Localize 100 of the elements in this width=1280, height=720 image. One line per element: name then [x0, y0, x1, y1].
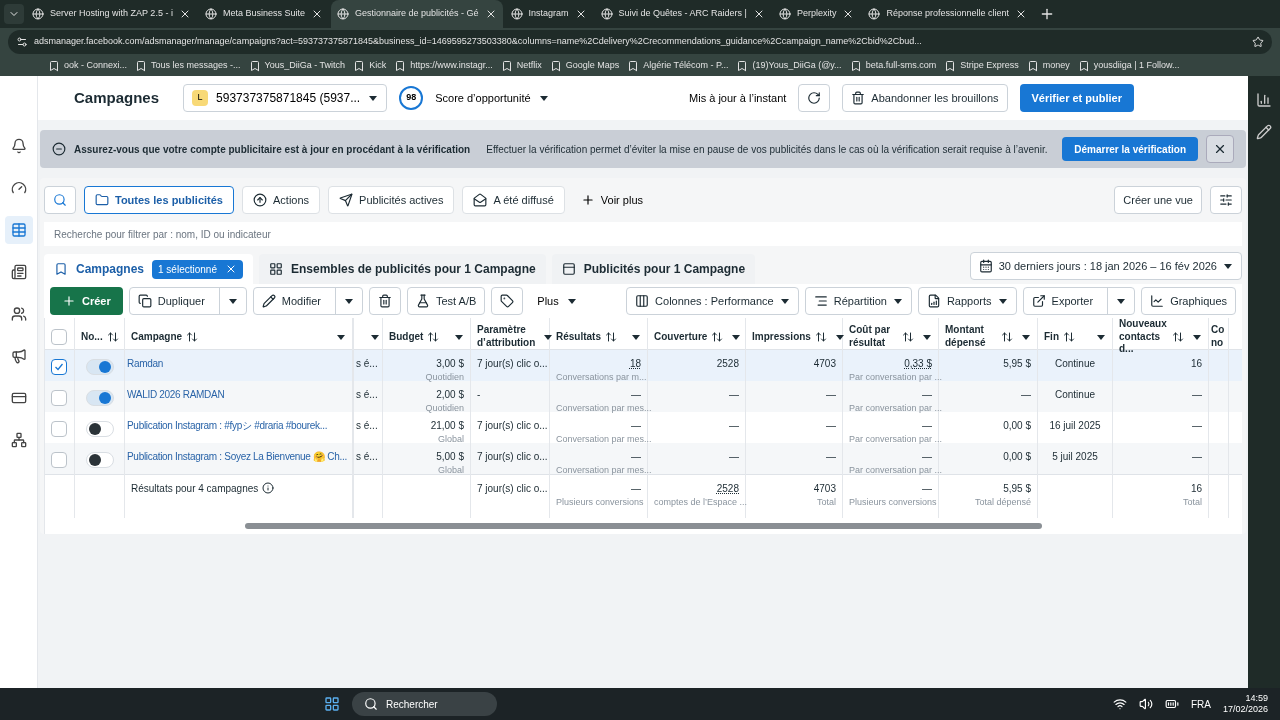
toggle-switch[interactable]: [85, 359, 114, 376]
pages-icon: [10, 264, 27, 280]
impressions-cell: —: [746, 443, 843, 478]
level-tab[interactable]: Ensembles de publicités pour 1 Campagne: [258, 254, 546, 284]
site-icon: [778, 8, 791, 20]
start-verification-button[interactable]: Démarrer la vérification: [1062, 137, 1198, 161]
reports-button[interactable]: Rapports: [917, 287, 1017, 315]
bookmark-link[interactable]: (19)Yous_DiiGa (@y...: [736, 59, 842, 73]
export-button[interactable]: Exporter: [1022, 287, 1136, 315]
bookmark-link[interactable]: Yous_DiiGa - Twitch: [248, 59, 346, 73]
account-selector[interactable]: L 593737375871845 (5937...: [183, 84, 388, 112]
browser-tab[interactable]: Meta Business Suite: [198, 0, 329, 28]
bookmark-icon: [248, 60, 261, 72]
score-dropdown[interactable]: Score d’opportunité: [435, 89, 549, 107]
tag-button[interactable]: [491, 287, 524, 315]
bookmark-link[interactable]: beta.full-sms.com: [849, 59, 937, 73]
campaign-link[interactable]: Publication Instagram : Soyez La Bienvenue 🤗 Ch...: [127, 451, 347, 462]
row-checkbox[interactable]: [51, 390, 67, 407]
banner-title: Assurez-vous que votre compte publicitaire est à jour en procédant à la vérification: [74, 142, 471, 157]
bookmark-icon: [500, 60, 513, 72]
campaign-link[interactable]: Publication Instagram : #fypシ #draria #bourek...: [127, 420, 328, 431]
browser-tab[interactable]: Perplexity: [772, 0, 861, 28]
select-all-checkbox[interactable]: [51, 328, 67, 345]
create-view-button[interactable]: Créer une vue: [1114, 186, 1202, 214]
columns-button[interactable]: Colonnes : Performance: [626, 287, 799, 315]
bookmark-icon: [944, 60, 957, 72]
bell-icon: [10, 138, 27, 154]
duplicate-button[interactable]: Dupliquer: [128, 287, 247, 315]
delete-button[interactable]: [368, 287, 401, 315]
see-more-button[interactable]: Voir plus: [572, 191, 651, 209]
credit-card-icon: [10, 390, 27, 406]
create-button[interactable]: Créer: [50, 287, 123, 315]
filter-icon: [95, 193, 109, 207]
refresh-button[interactable]: [798, 84, 831, 112]
horizontal-scrollbar[interactable]: [245, 523, 1042, 529]
bookmark-link[interactable]: Google Maps: [549, 59, 620, 73]
browser-tab[interactable]: Server Hosting with ZAP 2.5 - i: [26, 0, 197, 28]
columns-icon: [635, 294, 650, 308]
browser-tab[interactable]: Gestionnaire de publicités - Gé: [330, 0, 503, 28]
taskbar-search[interactable]: Rechercher: [352, 692, 497, 716]
sidebar-table-icon[interactable]: [4, 216, 33, 244]
site-icon: [32, 8, 44, 20]
copy-icon: [137, 294, 152, 308]
results-total: — Plusieurs conversions: [550, 475, 648, 518]
browser-tab[interactable]: Réponse professionnelle client: [862, 0, 1034, 28]
bookmark-link[interactable]: Stripe Express: [944, 59, 1019, 73]
browser-tab[interactable]: Instagram: [504, 0, 593, 28]
level-tab[interactable]: Campagnes 1 sélectionné: [44, 254, 253, 284]
row-checkbox[interactable]: [51, 452, 67, 469]
table-cell: s é...: [354, 443, 383, 478]
toggle-switch[interactable]: [85, 421, 114, 438]
filter-tab[interactable]: A été diffusé: [462, 186, 565, 214]
network-icon: [10, 432, 27, 448]
tab-icon: [561, 262, 576, 276]
bookmark-link[interactable]: Algérie Télécom - P...: [627, 59, 729, 73]
row-checkbox[interactable]: [51, 359, 67, 376]
browser-tab[interactable]: Suivi de Quêtes - ARC Raiders |: [594, 0, 771, 28]
toggle-switch[interactable]: [85, 390, 114, 407]
publish-button[interactable]: Vérifier et publier: [1019, 84, 1134, 112]
site-icon: [510, 8, 523, 20]
bookmark-link[interactable]: Netflix: [500, 59, 542, 73]
breakdown-button[interactable]: Répartition: [804, 287, 912, 315]
export-icon: [1031, 294, 1046, 308]
close-icon: [1213, 142, 1227, 156]
bookmark-link[interactable]: https://www.instagr...: [394, 59, 493, 73]
bookmark-link[interactable]: yousdiiga | 1 Follow...: [1077, 59, 1180, 73]
date-range-picker[interactable]: 30 derniers jours : 18 jan 2026 – 16 fév 2026: [969, 252, 1242, 280]
address-bar[interactable]: adsmanager.facebook.com/adsmanager/manage/campaigns?act=593737375871845&business_id=1469595273503380&columns=name%2Cdelivery%2Crecommendations_guidance%2Ccampaign_name%2Cbid%2Cbud...: [8, 30, 1272, 54]
more-button[interactable]: Plus: [529, 292, 585, 310]
search-button[interactable]: [44, 186, 76, 214]
tag-icon: [500, 294, 515, 308]
row-checkbox[interactable]: [51, 421, 67, 438]
bookmark-link[interactable]: Tous les messages -...: [135, 59, 241, 73]
campaign-link[interactable]: WALID 2026 RAMDAN: [127, 389, 225, 400]
bar-chart-icon: [1256, 92, 1272, 108]
ab-test-button[interactable]: Test A/B: [406, 287, 486, 315]
edit-button[interactable]: Modifier: [252, 287, 363, 315]
trash-icon: [851, 91, 866, 105]
language-indicator[interactable]: FRA: [1190, 696, 1211, 712]
sliders-icon: [1219, 193, 1233, 207]
search-field[interactable]: Recherche pour filtrer par : nom, ID ou indicateur: [44, 222, 1242, 246]
close-button[interactable]: [1206, 135, 1234, 163]
level-tab[interactable]: Publicités pour 1 Campagne: [551, 254, 756, 284]
bookmark-link[interactable]: ook - Connexi...: [48, 59, 128, 73]
toggle-switch[interactable]: [85, 452, 114, 469]
bookmark-link[interactable]: money: [1026, 59, 1070, 73]
charts-button[interactable]: Graphiques: [1141, 287, 1236, 315]
clock[interactable]: 14:59 17/02/2026: [1222, 692, 1268, 716]
settings-button[interactable]: [1210, 186, 1242, 214]
filter-tab[interactable]: Actions: [242, 186, 321, 214]
bookmark-icon: [1026, 60, 1039, 72]
filter-tab[interactable]: Toutes les publicités: [84, 186, 234, 214]
bookmark-link[interactable]: Kick: [353, 59, 387, 73]
search-icon: [364, 697, 378, 711]
tab-list-icon[interactable]: [4, 4, 24, 24]
caret-icon: [227, 296, 238, 306]
campaign-link[interactable]: Ramdan: [127, 358, 163, 369]
end-date-cell: 5 juil 2025: [1038, 443, 1113, 478]
discard-drafts-button[interactable]: Abandonner les brouillons: [842, 84, 1008, 112]
filter-tab[interactable]: Publicités actives: [328, 186, 455, 214]
